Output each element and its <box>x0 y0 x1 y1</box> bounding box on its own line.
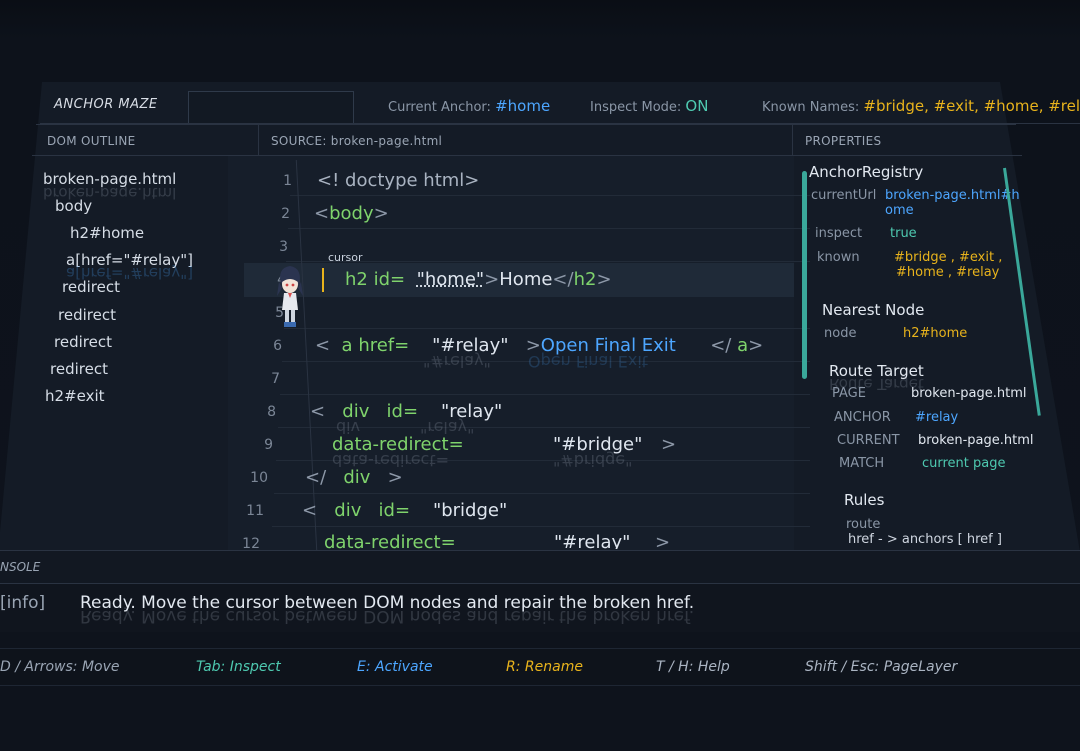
inspect-mode-label: Inspect Mode: ON <box>590 97 709 115</box>
source-scrollbar[interactable] <box>802 171 807 379</box>
nearest-node-title: Nearest Node <box>822 301 925 319</box>
line-number: 2 <box>281 206 290 222</box>
code-div-relay[interactable]: < div id= "relay" <box>310 401 502 422</box>
line-number: 9 <box>264 437 273 453</box>
text-cursor <box>322 268 324 292</box>
line-number: 3 <box>279 239 288 255</box>
dom-node-h2-exit[interactable]: h2#exit <box>45 387 105 405</box>
rules-title: Rules <box>844 491 885 509</box>
game-screen: ANCHOR MAZE Current Anchor: #home Inspec… <box>0 0 1080 751</box>
code-redirect-bridge-gt: > <box>661 434 677 455</box>
code-div-close: </ div > <box>305 467 403 488</box>
page-value: broken-page.html <box>911 386 1027 401</box>
dom-node-redirect[interactable]: redirect <box>62 278 120 296</box>
known-names-label: Known Names: #bridge, #exit, #home, #rel… <box>762 97 1080 115</box>
code-line <box>284 296 810 329</box>
known-value: #bridge , #exit , <box>894 250 1003 265</box>
code-div-bridge[interactable]: < div id= "bridge" <box>302 500 507 521</box>
code-line <box>280 362 810 395</box>
match-value: current page <box>922 456 1006 471</box>
player-character <box>277 266 303 327</box>
code-body-open: <body> <box>314 203 389 224</box>
prop-key: known <box>817 250 860 265</box>
console-tag: [info] <box>0 593 46 613</box>
console-title: NSOLE <box>0 560 41 574</box>
dom-node-redirect[interactable]: redirect <box>54 333 112 351</box>
line-number: 6 <box>273 338 282 354</box>
title-tab[interactable] <box>188 91 354 123</box>
inspect-mode-value: ON <box>685 97 709 115</box>
help-move: D / Arrows: Move <box>0 659 120 675</box>
console-header <box>0 550 1080 584</box>
prop-key: node <box>824 326 857 341</box>
prop-key: PAGE <box>832 386 866 401</box>
app-title: ANCHOR MAZE <box>54 97 158 112</box>
dom-node-redirect[interactable]: redirect <box>50 360 108 378</box>
prop-key: currentUrl <box>811 188 877 203</box>
properties-header: PROPERTIES <box>805 134 882 148</box>
cursor-label: cursor <box>328 251 363 264</box>
current-anchor-value: #home <box>495 97 551 115</box>
current-url-value: broken-page.html#home <box>885 188 1020 218</box>
inspect-value: true <box>890 226 917 241</box>
dom-outline-header: DOM OUTLINE <box>47 134 136 148</box>
open-final-exit-link[interactable]: Open Final Exit <box>541 335 676 356</box>
dom-node-root[interactable]: broken-page.html <box>43 170 176 188</box>
current-anchor-label: Current Anchor: #home <box>388 97 551 115</box>
help-activate[interactable]: E: Activate <box>357 659 433 675</box>
line-number: 1 <box>283 173 292 189</box>
help-rename[interactable]: R: Rename <box>506 659 583 675</box>
prop-key: CURRENT <box>837 433 900 448</box>
rule-text: href - > anchors [ href ] <box>848 532 1002 547</box>
code-redirect-relay: data-redirect= <box>324 532 456 549</box>
code-redirect-bridge-value: "#bridge" <box>553 434 643 455</box>
panel-divider <box>258 124 259 156</box>
dom-node-redirect[interactable]: redirect <box>58 306 116 324</box>
code-line <box>286 229 810 262</box>
code-redirect-bridge[interactable]: data-redirect= <box>332 434 464 455</box>
code-h2-home[interactable]: h2 id= "home">Home</h2> <box>345 269 612 290</box>
dom-node-body[interactable]: body <box>55 197 92 215</box>
header-divider <box>36 124 1016 125</box>
help-help[interactable]: T / H: Help <box>656 659 730 675</box>
line-number: 10 <box>250 470 268 486</box>
code-doctype: <! doctype html> <box>317 170 480 191</box>
code-redirect-relay-value: "#relay" <box>554 532 631 549</box>
console-message: Ready. Move the cursor between DOM nodes… <box>80 593 695 613</box>
node-value: h2#home <box>903 326 968 341</box>
known-value: #home , #relay <box>896 265 1000 280</box>
line-number: 7 <box>271 371 280 387</box>
line-number: 11 <box>246 503 264 519</box>
prop-key: MATCH <box>839 456 885 471</box>
route-target-title: Route Target <box>829 362 924 380</box>
source-header: SOURCE: broken-page.html <box>271 134 443 148</box>
current-value: broken-page.html <box>918 433 1034 448</box>
prop-key: ANCHOR <box>834 410 891 425</box>
code-anchor-link[interactable]: < a href= "#relay" >Open Final Exit </ a… <box>315 335 763 356</box>
code-redirect-relay-gt: > <box>655 532 671 549</box>
help-inspect[interactable]: Tab: Inspect <box>196 659 281 675</box>
known-names-value: #bridge, #exit, #home, #relay <box>863 97 1080 115</box>
prop-key: inspect <box>815 226 863 241</box>
dom-node-h2-home[interactable]: h2#home <box>70 224 144 242</box>
anchor-value: #relay <box>915 410 959 425</box>
anchor-registry-title: AnchorRegistry <box>809 163 924 181</box>
dom-node-anchor[interactable]: a[href="#relay"] <box>66 251 193 269</box>
line-number: 8 <box>267 404 276 420</box>
prop-key: route <box>846 517 881 532</box>
help-pagelayer[interactable]: Shift / Esc: PageLayer <box>805 659 957 675</box>
